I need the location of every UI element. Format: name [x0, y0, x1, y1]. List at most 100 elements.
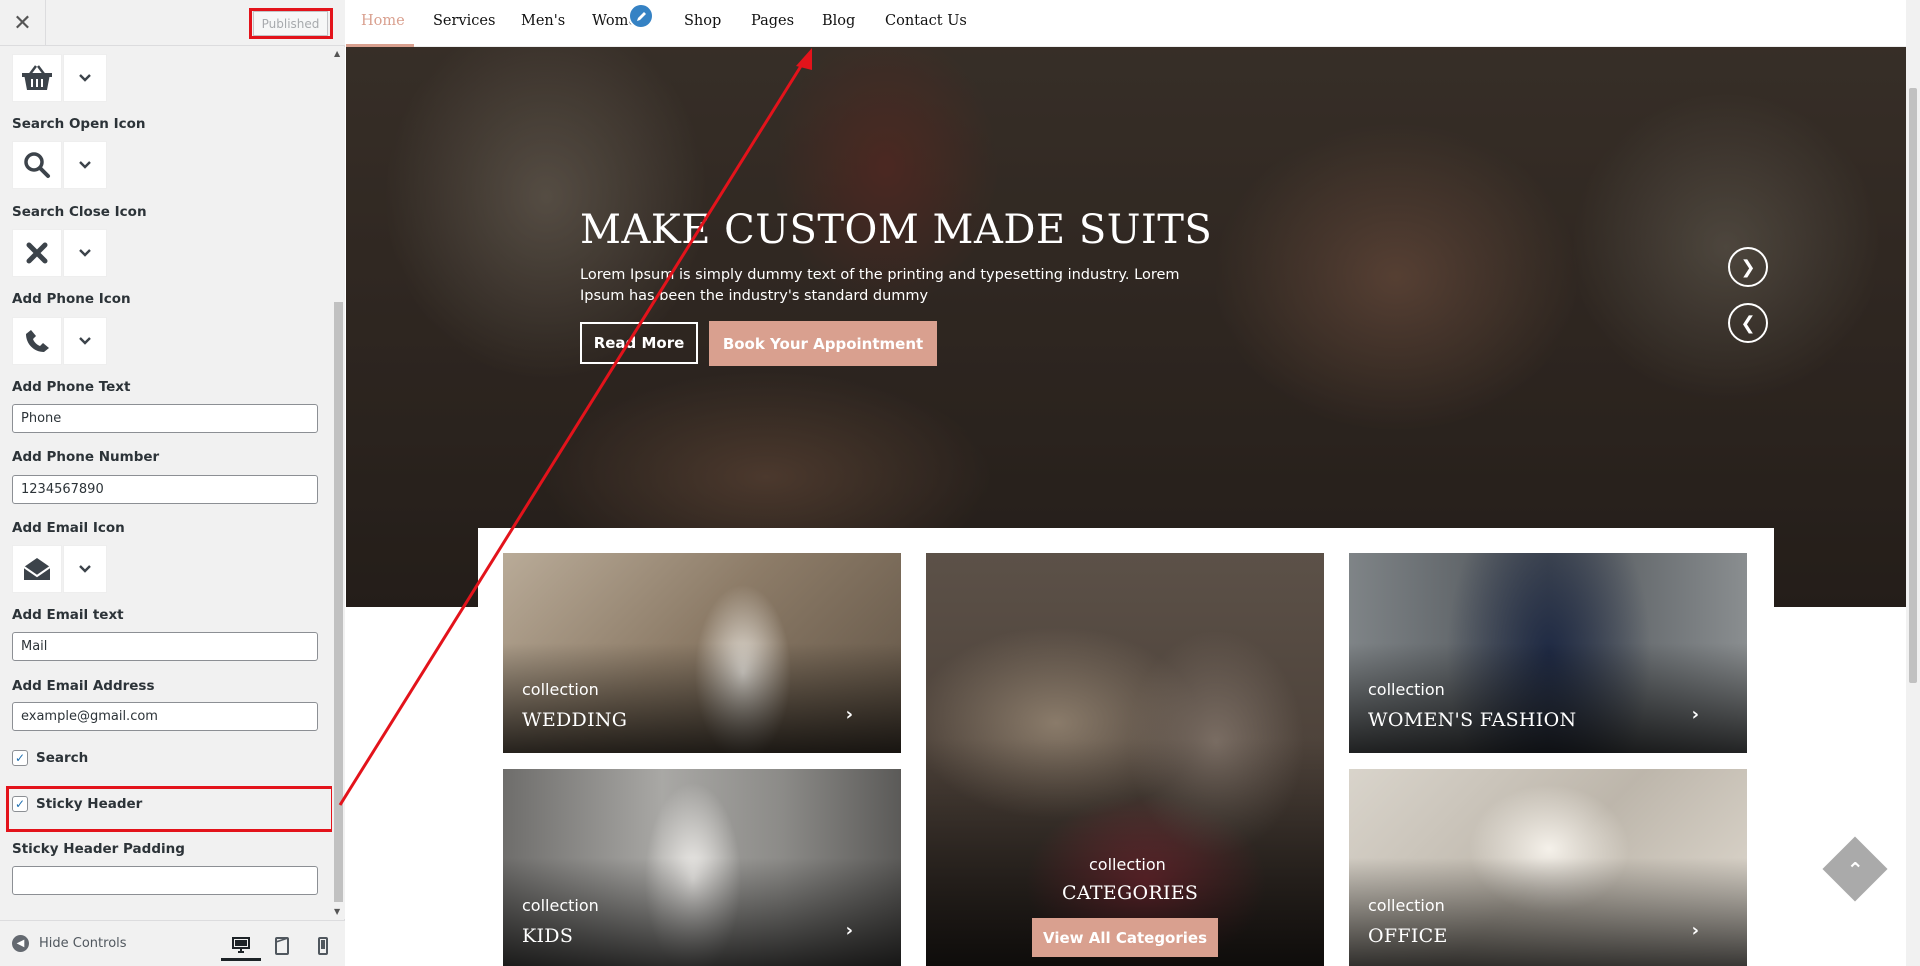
nav-item-home[interactable]: Home — [361, 13, 405, 29]
category-section: collection WEDDING › collection KIDS › c… — [478, 528, 1774, 966]
chevron-right-icon: › — [845, 704, 853, 725]
category-kicker: collection — [1089, 855, 1166, 874]
edit-shortcut-button[interactable] — [628, 3, 654, 29]
category-card-wedding[interactable]: collection WEDDING › — [503, 553, 901, 753]
email-text-input[interactable] — [12, 632, 318, 661]
category-title: CATEGORIES — [1062, 882, 1199, 904]
desktop-icon — [232, 936, 250, 953]
slider-prev-button[interactable]: ❮ — [1728, 303, 1768, 343]
category-title: OFFICE — [1368, 925, 1448, 947]
phone-text-input[interactable] — [12, 404, 318, 433]
nav-item-shop[interactable]: Shop — [684, 13, 721, 29]
hero-title: MAKE CUSTOM MADE SUITS — [580, 207, 1213, 253]
mobile-icon — [318, 937, 328, 955]
tablet-preview-button[interactable] — [262, 931, 302, 961]
chevron-right-icon: › — [845, 920, 853, 941]
chevron-down-icon[interactable] — [63, 317, 107, 365]
email-icon-picker[interactable] — [12, 545, 107, 593]
main-navigation: Home Services Men's Wome Shop Pages Blog… — [346, 0, 1906, 47]
chevron-up-icon: ⌃ — [1846, 856, 1864, 881]
hero-slider: MAKE CUSTOM MADE SUITS Lorem Ipsum is si… — [346, 47, 1906, 607]
site-preview: Home Services Men's Wome Shop Pages Blog… — [346, 0, 1920, 966]
cart-icon-picker[interactable] — [12, 54, 107, 102]
chevron-right-icon: › — [1691, 920, 1699, 941]
add-email-icon-label: Add Email Icon — [12, 520, 125, 536]
category-title: WOMEN'S FASHION — [1368, 709, 1577, 731]
preview-scrollbar[interactable] — [1906, 0, 1920, 966]
nav-item-contact-us[interactable]: Contact Us — [885, 13, 967, 29]
preview-scrollbar-thumb[interactable] — [1909, 88, 1917, 683]
search-icon — [12, 141, 62, 189]
search-checkbox[interactable]: ✓ — [12, 750, 28, 766]
search-open-icon-label: Search Open Icon — [12, 116, 146, 132]
chevron-right-icon: › — [1691, 704, 1699, 725]
chevron-down-icon[interactable] — [63, 54, 107, 102]
chevron-down-icon[interactable] — [63, 141, 107, 189]
nav-item-mens[interactable]: Men's — [521, 13, 565, 29]
category-kicker: collection — [1368, 680, 1445, 699]
phone-number-input[interactable] — [12, 475, 318, 504]
book-appointment-button[interactable]: Book Your Appointment — [709, 321, 937, 366]
scroll-to-top-button[interactable]: ⌃ — [1822, 836, 1888, 902]
shopping-basket-icon — [12, 54, 62, 102]
category-card-womens-fashion[interactable]: collection WOMEN'S FASHION › — [1349, 553, 1747, 753]
pencil-icon — [636, 11, 646, 21]
sticky-header-checkbox[interactable]: ✓ — [12, 796, 28, 812]
customizer-controls: Search Open Icon Search Close Icon Add P… — [0, 47, 345, 919]
category-kicker: collection — [522, 680, 599, 699]
hero-description: Lorem Ipsum is simply dummy text of the … — [580, 267, 1180, 304]
read-more-button[interactable]: Read More — [580, 322, 698, 364]
collapse-icon: ◀ — [12, 935, 29, 952]
category-title: WEDDING — [522, 709, 628, 731]
category-card-all[interactable]: collection CATEGORIES View All Categorie… — [926, 553, 1324, 966]
phone-icon-picker[interactable] — [12, 317, 107, 365]
nav-item-services[interactable]: Services — [433, 13, 495, 29]
category-title: KIDS — [522, 925, 574, 947]
slider-next-button[interactable]: ❯ — [1728, 247, 1768, 287]
customizer-footer: ◀ Hide Controls — [0, 920, 345, 966]
search-checkbox-label: Search — [36, 750, 89, 766]
add-email-text-label: Add Email text — [12, 607, 124, 623]
chevron-down-icon[interactable] — [63, 545, 107, 593]
desktop-preview-button[interactable] — [221, 931, 261, 961]
add-phone-icon-label: Add Phone Icon — [12, 291, 131, 307]
add-phone-number-label: Add Phone Number — [12, 449, 160, 465]
scroll-up-icon[interactable]: ▲ — [334, 49, 340, 58]
category-card-office[interactable]: collection OFFICE › — [1349, 769, 1747, 966]
nav-item-blog[interactable]: Blog — [822, 13, 855, 29]
sticky-header-padding-label: Sticky Header Padding — [12, 841, 185, 857]
add-phone-text-label: Add Phone Text — [12, 379, 131, 395]
publish-button[interactable]: Published — [253, 11, 328, 36]
chevron-right-icon: ❯ — [1740, 256, 1756, 278]
nav-item-pages[interactable]: Pages — [751, 13, 794, 29]
sticky-header-checkbox-label: Sticky Header — [36, 796, 143, 812]
hide-controls-label: Hide Controls — [39, 936, 127, 951]
category-kicker: collection — [522, 896, 599, 915]
customizer-scrollbar[interactable]: ▲ ▼ — [332, 47, 345, 919]
email-address-input[interactable] — [12, 702, 318, 731]
envelope-open-icon — [12, 545, 62, 593]
close-customizer-button[interactable]: ✕ — [0, 0, 46, 46]
add-email-address-label: Add Email Address — [12, 678, 155, 694]
close-icon — [12, 229, 62, 277]
search-close-icon-label: Search Close Icon — [12, 204, 147, 220]
tablet-icon — [275, 937, 289, 955]
search-close-icon-picker[interactable] — [12, 229, 107, 277]
customizer-scrollbar-thumb[interactable] — [334, 302, 343, 902]
view-all-categories-button[interactable]: View All Categories — [1032, 918, 1218, 957]
card-overlay — [926, 553, 1324, 966]
chevron-down-icon[interactable] — [63, 229, 107, 277]
search-open-icon-picker[interactable] — [12, 141, 107, 189]
mobile-preview-button[interactable] — [303, 931, 343, 961]
close-icon: ✕ — [13, 10, 32, 36]
category-kicker: collection — [1368, 896, 1445, 915]
customizer-sidebar: ✕ Published Search Open Icon Search Clos… — [0, 0, 345, 966]
sticky-header-toggle[interactable]: ✓ Sticky Header — [12, 796, 142, 812]
sticky-header-padding-input[interactable] — [12, 866, 318, 895]
scroll-down-icon[interactable]: ▼ — [334, 907, 340, 916]
search-toggle[interactable]: ✓ Search — [12, 750, 88, 766]
category-card-kids[interactable]: collection KIDS › — [503, 769, 901, 966]
customizer-header: ✕ Published — [0, 0, 345, 46]
phone-icon — [12, 317, 62, 365]
hide-controls-button[interactable]: ◀ Hide Controls — [12, 935, 127, 952]
